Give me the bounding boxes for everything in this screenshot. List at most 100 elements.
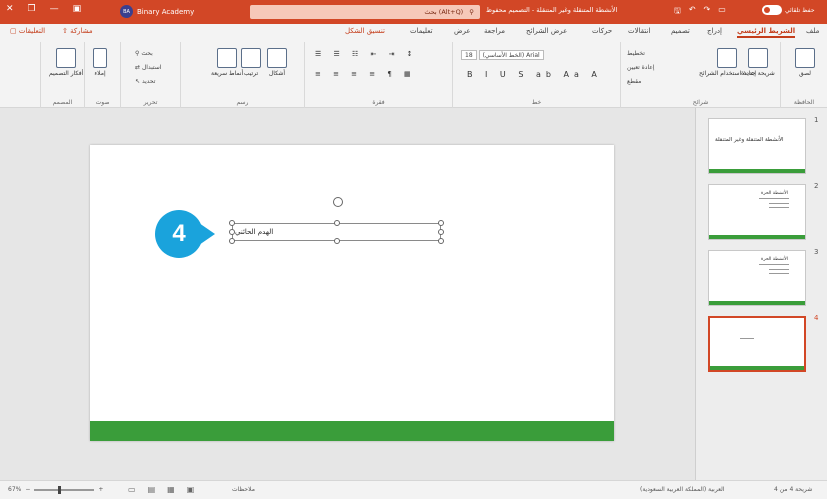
autosave-toggle[interactable]: حفظ تلقائي [762, 5, 815, 15]
zoom-out-icon[interactable]: − [25, 486, 30, 493]
group-designer: أفكار التصميم المصمم [40, 42, 84, 108]
tab-slideshow[interactable]: عرض الشرائح [526, 27, 567, 35]
ribbon-display-icon[interactable]: ▣ [73, 4, 82, 14]
slide-thumbnail-1[interactable]: الأنشطة المتنقلة وغير المتنقلة [708, 118, 806, 174]
view-buttons: ▭ ▤ ▦ ▣ [128, 485, 194, 494]
share-button[interactable]: ⇧ مشاركة [62, 27, 93, 35]
reuse-slides-button[interactable]: إعادة استخدام الشرائح [699, 48, 756, 77]
language-indicator[interactable]: العربية (المملكة العربية السعودية) [640, 486, 725, 493]
group-label: خط [531, 99, 542, 106]
slide-thumbnail-2[interactable]: الأنشطة الحرة [708, 184, 806, 240]
notes-button[interactable]: ملاحظات [232, 486, 255, 493]
tab-file[interactable]: ملف [806, 27, 819, 35]
toggle-switch[interactable] [762, 5, 782, 15]
document-title: الأنشطة المتنقلة وغير المتنقلة - التصميم… [486, 6, 618, 14]
slide-number: 4 [814, 314, 819, 322]
group-label: صوت [95, 99, 110, 106]
slide-thumbnail-3[interactable]: الأنشطة الحرة [708, 250, 806, 306]
align-buttons[interactable]: ≡ ≡ ≡ ≡ ¶ ▦ [315, 70, 416, 78]
group-label: تحرير [143, 99, 158, 106]
font-format-buttons[interactable]: B I U S ab Aa A [467, 70, 602, 79]
section-button[interactable]: مقطع [627, 78, 641, 85]
resize-handle[interactable] [334, 220, 340, 226]
paste-button[interactable]: لصق [795, 48, 815, 77]
design-ideas-button[interactable]: أفكار التصميم [49, 48, 83, 77]
design-ideas-label: أفكار التصميم [49, 70, 84, 77]
design-ideas-icon [56, 48, 77, 68]
minimize-icon[interactable]: — [50, 4, 59, 14]
font-size-dropdown[interactable]: 18 [461, 50, 477, 60]
reset-button[interactable]: إعادة تعيين [627, 64, 655, 71]
slide-thumbnail-4[interactable] [708, 316, 806, 372]
tab-view[interactable]: عرض [454, 27, 471, 35]
group-voice: إملاء صوت [84, 42, 120, 108]
dictate-button[interactable]: إملاء [93, 48, 107, 77]
dictate-label: إملاء [94, 70, 106, 77]
group-drawing: أشكال ترتيب أنماط سريعة رسم [180, 42, 304, 108]
resize-handle[interactable] [438, 229, 444, 235]
thumbnail-line [759, 198, 789, 199]
tab-review[interactable]: مراجعة [484, 27, 505, 35]
normal-view-icon[interactable]: ▣ [187, 485, 195, 494]
status-bar: 67% − + ▭ ▤ ▦ ▣ ملاحظات العربية (المملكة… [0, 480, 827, 499]
save-icon[interactable]: 🖫 [674, 5, 681, 19]
font-name-dropdown[interactable]: (الخط الأساسي) Arial [478, 50, 544, 60]
present-icon[interactable]: ▭ [718, 5, 726, 19]
resize-handle[interactable] [229, 229, 235, 235]
thumbnail-title: الأنشطة المتنقلة وغير المتنقلة [715, 137, 784, 143]
list-buttons[interactable]: ☰ ☰ ☷ ⇤ ⇥ ↕ [315, 50, 418, 58]
rotate-handle[interactable] [333, 197, 343, 207]
reading-view-icon[interactable]: ▤ [148, 485, 156, 494]
select-button[interactable]: ↖ تحديد [135, 78, 155, 85]
group-clipboard: لصق الحافظة [780, 42, 827, 108]
arrange-button[interactable]: ترتيب [241, 48, 261, 77]
tab-shape-format[interactable]: تنسيق الشكل [345, 27, 385, 35]
redo-icon[interactable]: ↷ [704, 5, 711, 19]
presenter-view-icon[interactable]: ▭ [128, 485, 136, 494]
sorter-view-icon[interactable]: ▦ [167, 485, 175, 494]
search-icon: ⚲ [469, 8, 474, 16]
quick-styles-button[interactable]: أنماط سريعة [211, 48, 243, 77]
resize-handle[interactable] [334, 238, 340, 244]
arrange-icon [241, 48, 261, 68]
account-name: Binary Academy [137, 7, 195, 16]
slide-thumbnails-pane: الأنشطة المتنقلة وغير المتنقلة 1 الأنشطة… [695, 108, 827, 480]
quick-styles-label: أنماط سريعة [211, 70, 244, 77]
textbox-text[interactable]: الهدم الحائني [235, 228, 273, 236]
slide-canvas[interactable]: الهدم الحائني [90, 145, 614, 441]
close-icon[interactable]: ✕ [6, 4, 14, 14]
resize-handle[interactable] [229, 220, 235, 226]
comments-button[interactable]: ▢ التعليقات [10, 27, 45, 35]
arrange-label: ترتيب [243, 70, 259, 77]
tab-design[interactable]: تصميم [671, 27, 690, 35]
group-label: رسم [236, 99, 249, 106]
account-area[interactable]: BA Binary Academy [120, 5, 194, 18]
search-input[interactable]: بحث (Alt+Q) ⚲ [250, 5, 480, 19]
tab-transitions[interactable]: انتقالات [628, 27, 650, 35]
shapes-icon [267, 48, 287, 68]
slide-counter: شريحة 4 من 4 [774, 486, 813, 493]
thumbnail-band [710, 366, 804, 370]
tab-insert[interactable]: إدراج [707, 27, 722, 35]
thumbnail-line [769, 203, 789, 204]
group-label: الحافظة [793, 99, 815, 106]
find-button[interactable]: ⚲ بحث [135, 50, 153, 57]
resize-handle[interactable] [229, 238, 235, 244]
zoom-in-icon[interactable]: + [98, 486, 103, 493]
window-controls: ✕ ❐ — ▣ [6, 4, 81, 14]
shapes-button[interactable]: أشكال [267, 48, 287, 77]
restore-icon[interactable]: ❐ [28, 4, 36, 14]
font-controls: 18 (الخط الأساسي) Arial [461, 50, 544, 60]
zoom-slider[interactable] [34, 485, 95, 494]
tab-help[interactable]: تعليمات [410, 27, 433, 35]
zoom-control[interactable]: 67% − + [8, 485, 103, 494]
tab-home[interactable]: الشريط الرئيسي [737, 27, 796, 38]
search-placeholder: بحث (Alt+Q) [424, 8, 464, 16]
undo-icon[interactable]: ↶ [689, 5, 696, 19]
layout-button[interactable]: تخطيط [627, 50, 645, 57]
replace-button[interactable]: ⇄ استبدال [135, 64, 161, 71]
shapes-label: أشكال [268, 70, 286, 77]
resize-handle[interactable] [438, 220, 444, 226]
resize-handle[interactable] [438, 238, 444, 244]
tab-animations[interactable]: حركات [592, 27, 612, 35]
